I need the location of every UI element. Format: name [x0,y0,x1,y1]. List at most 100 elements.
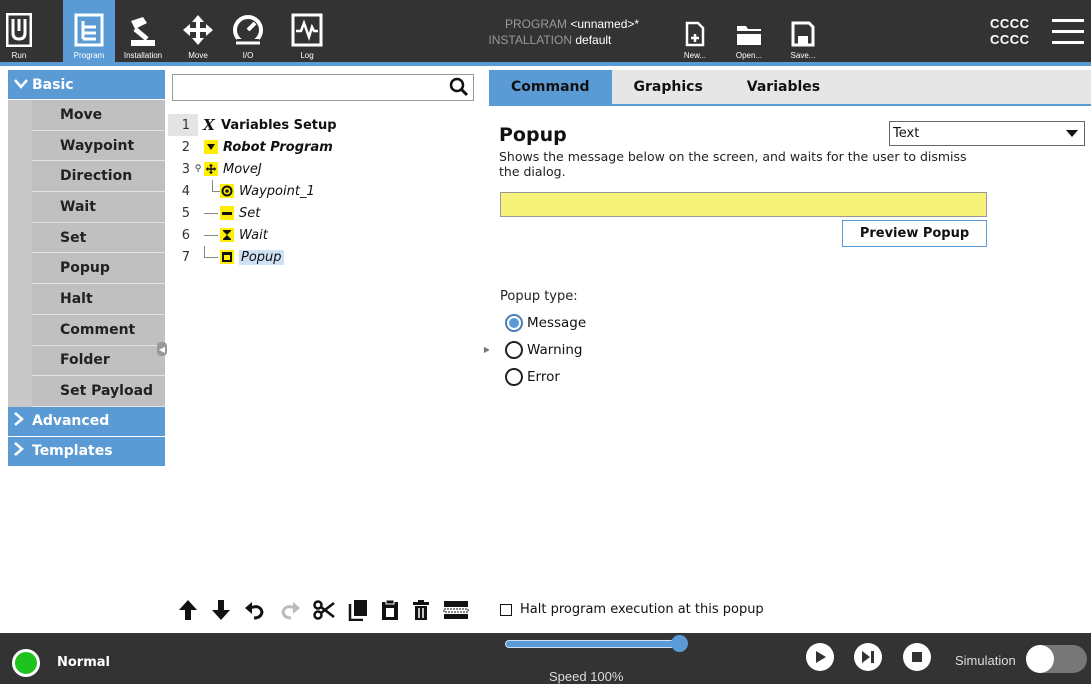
step-icon [862,651,874,663]
line-number: 2 [181,139,190,155]
chevron-right-icon [14,412,32,430]
palette-item-folder[interactable]: Folder [32,345,165,377]
popup-description: Shows the message below on the screen, a… [499,149,967,179]
palette-item-set-payload[interactable]: Set Payload [32,376,165,407]
nav-run-label: Run [11,51,27,60]
palette-item-set[interactable]: Set [32,222,165,254]
nav-run[interactable]: Run [4,0,34,62]
user-line-1: CCCC [990,16,1030,31]
line-number: 5 [181,205,190,221]
nav-log-label: Log [300,51,314,60]
play-icon [816,651,826,663]
palette-basic-header[interactable]: Basic [8,70,165,100]
nav-program[interactable]: Program [63,0,115,62]
radio-warning[interactable]: Warning [505,340,583,360]
tree-row-variables-setup[interactable]: 1 X Variables Setup [168,114,479,136]
palette-item-direction[interactable]: Direction [32,161,165,193]
tree-search-input[interactable] [172,74,474,101]
nav-installation-label: Installation [123,51,163,60]
user-info[interactable]: CCCC CCCC [990,16,1030,48]
line-number: 7 [181,249,190,265]
radio-unselected-icon[interactable] [505,341,523,359]
tree-row-waypoint[interactable]: 4 Waypoint_1 [168,180,479,202]
robot-status-light[interactable] [12,649,40,677]
tab-graphics[interactable]: Graphics [612,70,725,104]
preview-popup-button[interactable]: Preview Popup [842,220,987,247]
tree-expander-icon[interactable]: ⚲ [192,164,204,174]
toggle-knob [1026,645,1054,673]
halt-checkbox[interactable] [500,603,512,616]
popup-text-type-select[interactable]: Text [889,121,1085,146]
save-button[interactable]: Save... [786,0,820,62]
program-name: <unnamed>* [570,17,640,31]
collapse-palette-handle[interactable]: ◀ [157,342,167,356]
palette-item-halt[interactable]: Halt [32,284,165,315]
palette-item-wait[interactable]: Wait [32,192,165,223]
radio-label: Warning [527,342,583,358]
play-button[interactable] [806,643,834,671]
undo-icon[interactable] [244,600,266,625]
tree-row-movej[interactable]: 3 ⚲ MoveJ [168,158,479,180]
tree-row-set[interactable]: 5 Set [168,202,479,224]
stop-button[interactable] [903,643,931,671]
halt-checkbox-row[interactable]: Halt program execution at this popup [500,602,764,617]
palette-advanced-header[interactable]: Advanced [8,406,165,437]
palette-basic-items: Move Waypoint Direction Wait Set Popup H… [8,100,165,407]
tab-variables[interactable]: Variables [725,70,842,104]
tree-row-popup[interactable]: 7 Popup [168,246,479,268]
simulation-toggle[interactable] [1026,645,1087,673]
nav-program-label: Program [73,51,105,60]
radio-message[interactable]: Message [505,313,586,333]
nav-move[interactable]: Move [180,0,216,62]
open-button[interactable]: Open... [731,0,767,62]
move-up-icon[interactable] [178,599,198,626]
hourglass-icon [220,228,234,242]
palette-templates-header[interactable]: Templates [8,436,165,467]
radio-selected-icon[interactable] [505,314,523,332]
paste-icon[interactable] [381,599,399,626]
radio-error[interactable]: Error [505,367,560,387]
tree-node-label: Waypoint_1 [239,183,315,199]
program-tree: 1 X Variables Setup 2 Robot Program 3 ⚲ [168,114,479,268]
header-bar: Run Program Installation Move I/O Log PR… [0,0,1091,66]
popup-window-icon [220,250,234,264]
palette-item-move[interactable]: Move [32,100,165,131]
tree-row-wait[interactable]: 6 Wait [168,224,479,246]
palette-item-comment[interactable]: Comment [32,314,165,346]
suppress-icon[interactable] [443,599,469,626]
hamburger-menu-icon[interactable] [1052,19,1084,52]
tree-node-label: Wait [239,227,268,243]
popup-type-label: Popup type: [500,289,578,304]
new-button[interactable]: New... [678,0,712,62]
copy-icon[interactable] [348,599,368,626]
radio-label: Error [527,369,560,385]
program-key: PROGRAM [504,17,567,31]
robot-status-text: Normal [57,655,110,670]
cut-icon[interactable] [313,599,336,625]
search-icon[interactable] [449,77,469,97]
command-tabs: Command Graphics Variables [489,70,1091,104]
nav-log[interactable]: Log [289,0,325,62]
tree-row-robot-program[interactable]: 2 Robot Program [168,136,479,158]
nav-io[interactable]: I/O [230,0,266,62]
user-line-2: CCCC [990,32,1030,47]
radio-unselected-icon[interactable] [505,368,523,386]
speed-slider-knob[interactable] [671,635,688,652]
page-title: Popup [499,124,567,146]
palette-item-popup[interactable]: Popup [32,253,165,285]
delete-icon[interactable] [412,599,430,626]
tree-node-label: Popup [239,249,284,265]
tree-node-label: Set [239,205,261,221]
speed-slider-track[interactable] [505,640,682,648]
floppy-disk-icon [791,21,815,47]
palette-basic-label: Basic [32,76,74,93]
nav-installation[interactable]: Installation [117,0,169,62]
popup-message-input[interactable] [500,192,987,217]
line-number: 1 [181,117,190,133]
radio-label: Message [527,315,587,331]
palette-item-waypoint[interactable]: Waypoint [32,130,165,162]
redo-icon[interactable] [279,600,301,625]
tab-command[interactable]: Command [489,70,612,104]
move-down-icon[interactable] [211,599,231,626]
step-button[interactable] [854,643,882,671]
